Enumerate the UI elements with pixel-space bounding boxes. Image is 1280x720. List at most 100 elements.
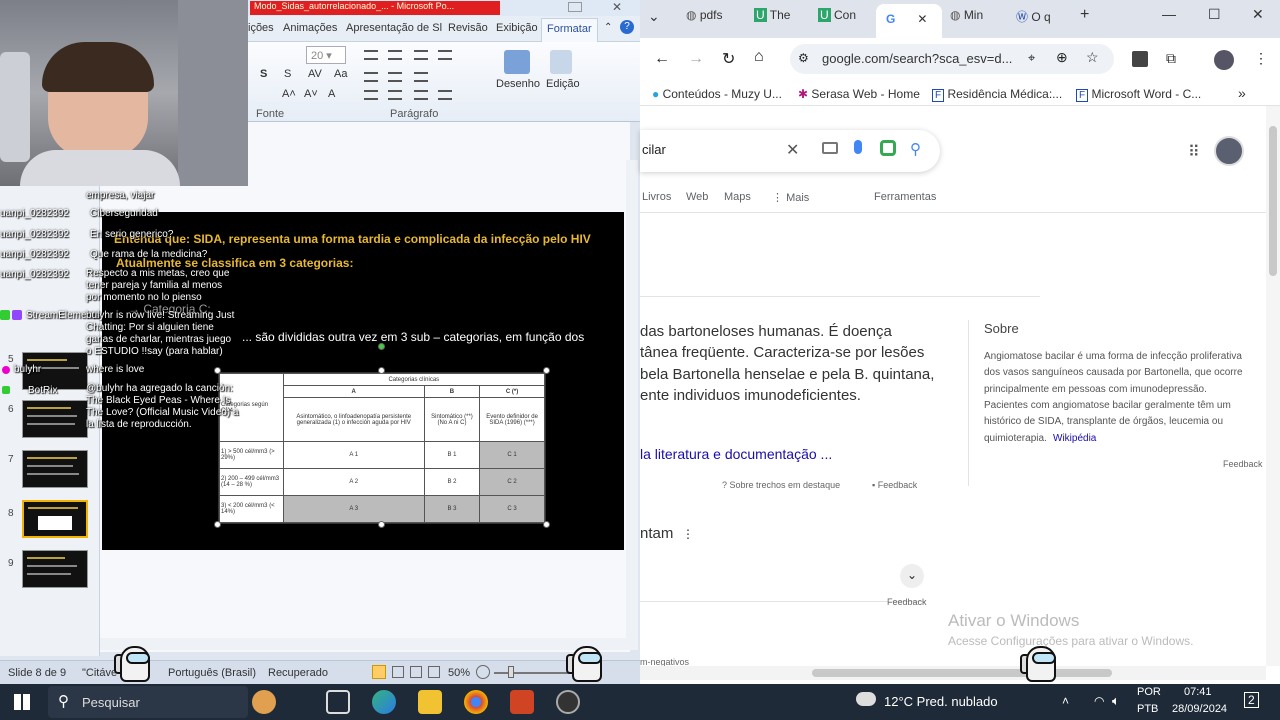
sorter-view-icon[interactable] — [392, 666, 404, 678]
file-explorer-icon[interactable] — [418, 690, 442, 714]
clock-date[interactable]: 28/09/2024 — [1172, 703, 1227, 715]
weather-icon[interactable] — [856, 692, 876, 706]
taskbar-search[interactable]: ⚲ Pesquisar — [48, 686, 248, 718]
feedback-link[interactable]: ▪ Feedback — [872, 480, 917, 490]
keyboard-layout[interactable]: PTB — [1137, 703, 1158, 715]
expand-chevron-icon[interactable]: ⌄ — [900, 564, 924, 588]
font-size-select[interactable]: 20 ▾ — [306, 46, 346, 64]
ppt-close-icon[interactable]: ✕ — [612, 0, 622, 14]
tab-con[interactable]: U Con — [818, 8, 878, 32]
feedback-link[interactable]: Feedback — [1223, 459, 1263, 469]
chrome-menu-icon[interactable]: ⋮ — [1254, 50, 1268, 67]
resize-handle[interactable] — [214, 521, 221, 528]
tab-google-active[interactable]: G ✕ — [876, 4, 942, 38]
zoom-level[interactable]: 50% — [448, 667, 470, 679]
search-query[interactable]: cilar — [642, 142, 666, 157]
lens-icon[interactable] — [880, 140, 896, 156]
zoom-icon[interactable]: ⊕ — [1056, 49, 1068, 66]
tray-chevron-icon[interactable]: ˄ — [1062, 694, 1069, 708]
tab-slideshow[interactable]: Apresentação de Sl — [346, 22, 442, 34]
resize-handle[interactable] — [543, 521, 550, 528]
wikipedia-link[interactable]: Wikipédia — [1053, 431, 1096, 447]
zoom-out-icon[interactable] — [476, 665, 490, 679]
tab-pdfs[interactable]: ◍ pdfs — [686, 8, 756, 32]
draw-button[interactable]: Desenho — [496, 78, 540, 90]
task-view-icon[interactable] — [326, 690, 350, 714]
tab-the[interactable]: U The — [754, 8, 814, 32]
clock-time[interactable]: 07:41 — [1184, 686, 1212, 698]
address-bar[interactable]: ⚙ google.com/search?sca_esv=d... ⌖ ⊕ ☆ — [790, 44, 1114, 74]
location-icon[interactable]: ⌖ — [1028, 50, 1035, 66]
reload-icon[interactable]: ↻ — [722, 49, 735, 69]
tab-search-icon[interactable]: ⌄ — [648, 8, 672, 32]
tab-format[interactable]: Formatar — [541, 18, 598, 42]
tab-animations[interactable]: Animações — [283, 22, 337, 34]
resize-handle[interactable] — [378, 367, 385, 374]
zoom-slider-thumb[interactable] — [508, 666, 514, 678]
close-icon[interactable]: ✕ — [1252, 6, 1264, 30]
google-search-box[interactable]: cilar ✕ ⚲ — [640, 130, 940, 172]
input-language[interactable]: POR — [1137, 686, 1161, 698]
nav-more[interactable]: ⋮ Mais — [772, 191, 809, 204]
resize-handle[interactable] — [543, 367, 550, 374]
about-snippets-link[interactable]: ? Sobre trechos em destaque — [722, 480, 840, 490]
rotate-handle[interactable] — [378, 343, 385, 350]
grow-font-icon[interactable]: A˄ — [282, 88, 296, 100]
new-tab-icon[interactable]: + — [1080, 6, 1089, 30]
more-bookmarks-icon[interactable]: » — [1238, 85, 1246, 101]
bookmark-item[interactable]: F Residência Médica:... — [932, 87, 1062, 102]
slideshow-icon[interactable] — [428, 666, 440, 678]
search-highlight-icon[interactable] — [252, 690, 276, 714]
edit-button[interactable]: Edição — [546, 78, 580, 90]
result-link[interactable]: la literatura e documentação ... — [640, 446, 832, 462]
normal-view-icon[interactable] — [372, 665, 386, 679]
minimize-ribbon-icon[interactable]: ⌃ — [604, 22, 612, 33]
tab-insert[interactable]: ições — [248, 22, 274, 34]
nav-tools[interactable]: Ferramentas — [874, 191, 936, 203]
slide-thumb-7[interactable] — [22, 450, 88, 488]
bullets-icon[interactable] — [364, 50, 378, 60]
powerpoint-taskbar-icon[interactable] — [510, 690, 534, 714]
slide-thumb-8[interactable] — [22, 500, 88, 538]
help-icon[interactable]: ? — [620, 20, 634, 34]
maximize-icon[interactable]: ☐ — [1208, 6, 1221, 30]
minimize-icon[interactable]: — — [1162, 6, 1176, 30]
edge-icon[interactable] — [372, 690, 396, 714]
language-status[interactable]: Português (Brasil) — [168, 667, 256, 679]
shapes-icon[interactable] — [504, 50, 530, 74]
spacing-icon[interactable]: AV — [308, 68, 322, 80]
nav-web[interactable]: Web — [686, 191, 708, 203]
extension-icon[interactable] — [1132, 51, 1148, 67]
google-account-avatar[interactable] — [1214, 136, 1244, 166]
strike-icon[interactable]: S — [284, 68, 291, 80]
tab-min[interactable]: ◍ Min — [950, 8, 1010, 32]
clear-search-icon[interactable]: ✕ — [786, 140, 799, 160]
back-icon[interactable]: ← — [654, 50, 670, 68]
slide-vertical-scrollbar[interactable] — [626, 160, 638, 650]
shrink-font-icon[interactable]: A˅ — [304, 88, 318, 100]
feedback-link[interactable]: Feedback — [887, 597, 927, 607]
chrome-vertical-scrollbar[interactable] — [1266, 106, 1280, 666]
reading-view-icon[interactable] — [410, 666, 422, 678]
ppt-restore-icon[interactable] — [568, 2, 582, 12]
tab-review[interactable]: Revisão — [448, 22, 488, 34]
slide-thumb-9[interactable] — [22, 550, 88, 588]
resize-handle[interactable] — [378, 521, 385, 528]
home-icon[interactable]: ⌂ — [754, 48, 764, 66]
site-info-icon[interactable]: ⚙ — [798, 51, 809, 65]
numbering-icon[interactable] — [388, 50, 402, 60]
align-text-icon[interactable] — [388, 72, 402, 82]
bold-s-icon[interactable]: S — [260, 68, 267, 80]
extensions-puzzle-icon[interactable]: ⧉ — [1166, 50, 1176, 67]
indent-icon[interactable] — [414, 50, 428, 60]
profile-avatar[interactable] — [1214, 50, 1234, 70]
start-icon[interactable] — [14, 694, 30, 710]
voice-search-icon[interactable] — [854, 140, 862, 154]
smartart-icon[interactable] — [414, 72, 428, 82]
resize-handle[interactable] — [214, 367, 221, 374]
bookmark-star-icon[interactable]: ☆ — [1086, 49, 1099, 66]
cdc-classification-table[interactable]: Categorias según CD4 Categorias clínicas… — [218, 372, 546, 524]
bookmark-item[interactable]: ✱ Serasa Web - Home — [798, 87, 920, 101]
weather-text[interactable]: 12°C Pred. nublado — [884, 694, 998, 709]
justify-icon[interactable] — [438, 90, 452, 100]
